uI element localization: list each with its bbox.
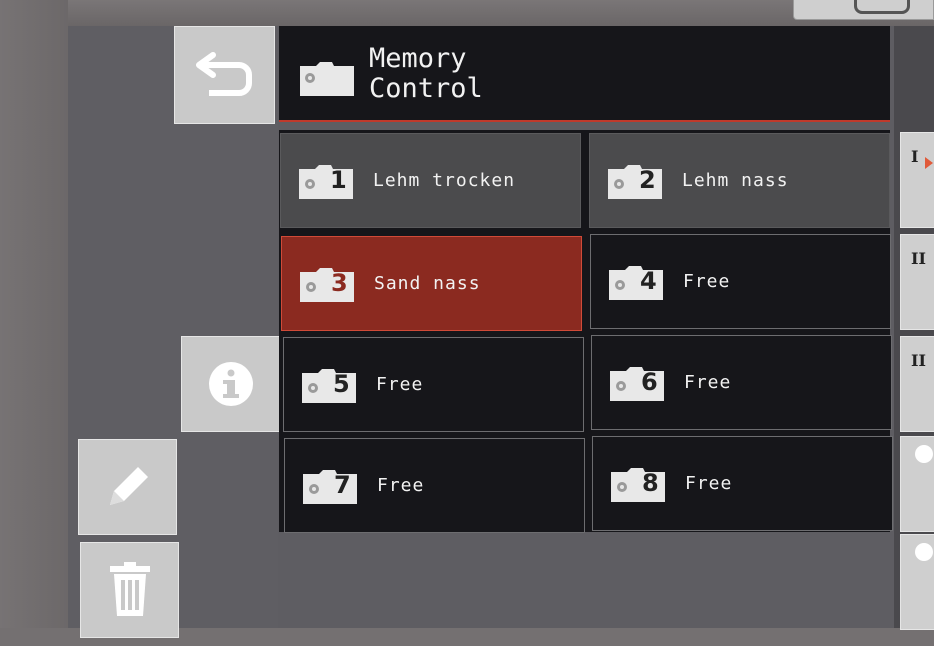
folder-icon: 4: [607, 264, 665, 300]
slot-label: Free: [684, 372, 732, 393]
slot-number: 5: [333, 369, 350, 398]
folder-icon: 1: [297, 163, 355, 199]
rail-label: I: [911, 147, 919, 166]
memory-slots-grid: 1 Lehm trocken 2 Lehm nass 3 Sand nass 4…: [279, 130, 893, 533]
folder-gear-icon: [300, 62, 354, 96]
page-title: Memory Control: [369, 43, 483, 104]
memory-slot-6[interactable]: 6 Free: [591, 335, 892, 430]
folder-icon: 7: [301, 468, 359, 504]
folder-icon: 3: [298, 266, 356, 302]
delete-button[interactable]: [80, 542, 179, 638]
memory-control-header: Memory Control: [279, 26, 890, 122]
slot-number: 3: [331, 268, 348, 297]
circle-icon: [915, 543, 933, 561]
back-button[interactable]: [174, 26, 275, 124]
slot-number: 2: [639, 165, 656, 194]
slot-label: Lehm nass: [682, 170, 789, 191]
folder-icon: 5: [300, 367, 358, 403]
slot-label: Free: [376, 374, 424, 395]
terminal-screen: Memory Control 1 Lehm trocken 2 Lehm nas…: [68, 26, 894, 638]
rail-button-5[interactable]: [900, 534, 934, 630]
slot-number: 8: [642, 468, 659, 497]
slot-number: 1: [330, 165, 347, 194]
memory-slot-7[interactable]: 7 Free: [284, 438, 585, 533]
back-arrow-icon: [195, 52, 252, 96]
slot-label: Free: [685, 473, 733, 494]
memory-slot-3[interactable]: 3 Sand nass: [281, 236, 582, 331]
folder-icon: 2: [606, 163, 664, 199]
slot-label: Free: [683, 271, 731, 292]
rail-button-4[interactable]: [900, 436, 934, 532]
slot-label: Sand nass: [374, 273, 481, 294]
rail-button-2[interactable]: II: [900, 234, 934, 330]
slot-number: 7: [334, 470, 351, 499]
memory-slot-4[interactable]: 4 Free: [590, 234, 891, 329]
slot-number: 4: [640, 266, 657, 295]
slot-label: Free: [377, 475, 425, 496]
folder-icon: 6: [608, 365, 666, 401]
circle-icon: [915, 445, 933, 463]
rail-label: II: [911, 249, 926, 268]
rail-label: II: [911, 351, 926, 370]
memory-slot-1[interactable]: 1 Lehm trocken: [280, 133, 581, 228]
slot-label: Lehm trocken: [373, 170, 516, 191]
hardware-key[interactable]: [793, 0, 934, 20]
folder-icon: 8: [609, 466, 667, 502]
pencil-icon: [109, 467, 148, 505]
trash-icon: [109, 562, 150, 616]
rail-button-3[interactable]: II: [900, 336, 934, 432]
info-button[interactable]: [181, 336, 280, 432]
active-arrow-icon: [925, 157, 933, 169]
info-icon: [208, 362, 253, 406]
device-bezel-left: [0, 0, 68, 646]
memory-slot-5[interactable]: 5 Free: [283, 337, 584, 432]
memory-slot-2[interactable]: 2 Lehm nass: [589, 133, 890, 228]
edit-button[interactable]: [78, 439, 177, 535]
slot-number: 6: [641, 367, 658, 396]
right-rail: I II II: [894, 26, 934, 630]
rail-button-1[interactable]: I: [900, 132, 934, 228]
memory-slot-8[interactable]: 8 Free: [592, 436, 893, 531]
